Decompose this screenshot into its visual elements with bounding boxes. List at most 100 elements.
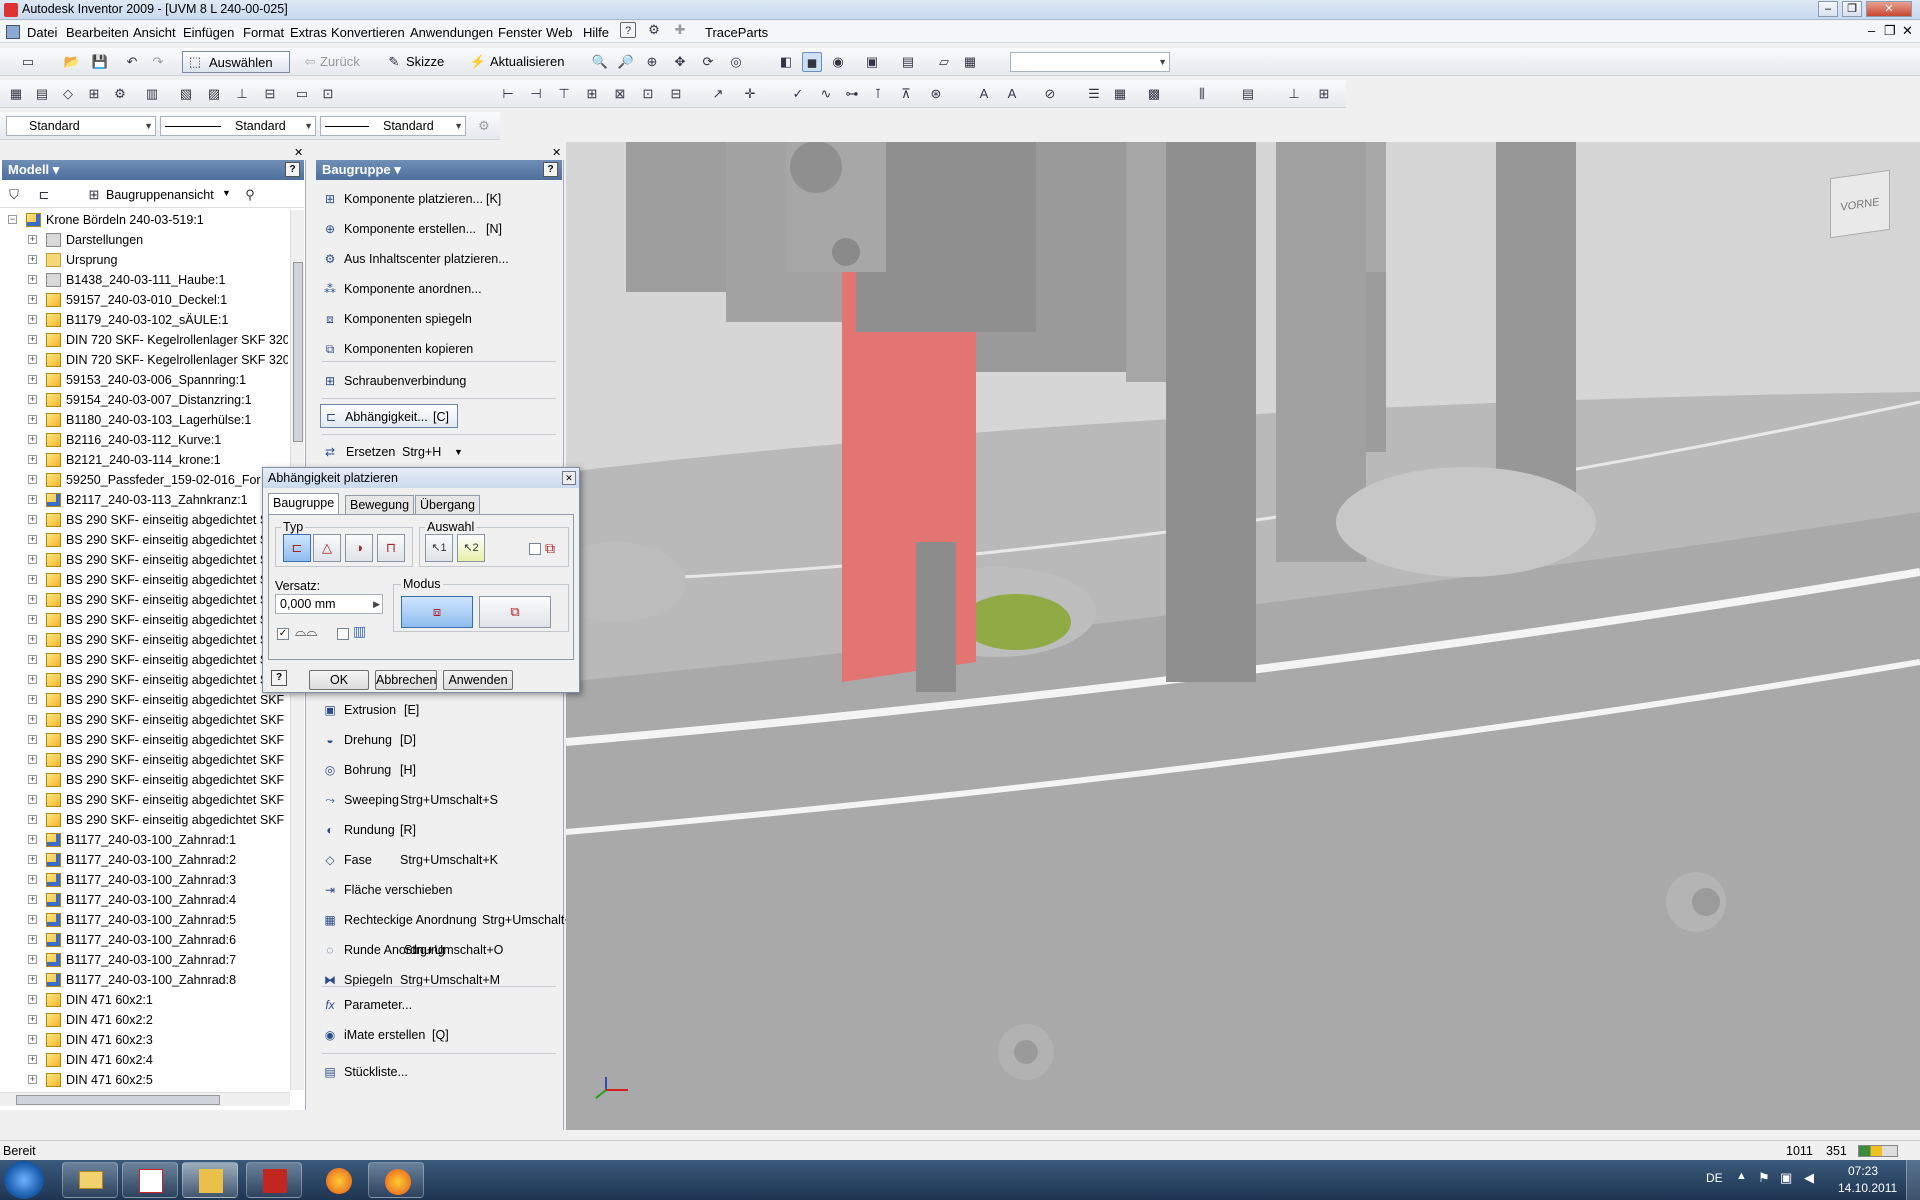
tool-icon-18[interactable]: ⊡ (638, 84, 658, 104)
tree-item[interactable]: + Ursprung (0, 250, 288, 270)
tool-icon-2[interactable]: ▤ (32, 84, 52, 104)
tangent-constraint-button[interactable]: ◑ (345, 534, 373, 562)
help-icon[interactable]: ? (620, 22, 636, 38)
tree-item[interactable]: + BS 290 SKF- einseitig abgedichtet S (0, 550, 288, 570)
tree-item[interactable]: + B1177_240-03-100_Zahnrad:5 (0, 910, 288, 930)
plus-icon[interactable]: ✚ (672, 22, 688, 38)
tab-bewegung[interactable]: Bewegung (345, 495, 415, 514)
mate-constraint-button[interactable]: ⊏ (283, 534, 311, 562)
assembly-command[interactable]: ⧉ Komponenten kopieren (320, 337, 556, 361)
first-occurrence-checkbox[interactable] (529, 543, 541, 555)
tool-icon-32[interactable]: ⫼ (1192, 84, 1212, 104)
tree-item[interactable]: + B1177_240-03-100_Zahnrad:4 (0, 890, 288, 910)
expand-icon[interactable]: + (28, 775, 37, 784)
tool-icon-12[interactable]: ⊡ (318, 84, 338, 104)
parameters-command[interactable]: fx Parameter... (320, 993, 556, 1017)
orbit2-icon[interactable]: ◎ (726, 52, 746, 72)
expand-icon[interactable]: + (28, 415, 37, 424)
tree-item[interactable]: + BS 290 SKF- einseitig abgedichtet SKF 6 (0, 810, 288, 830)
tool-icon-28[interactable]: ⊘ (1040, 84, 1060, 104)
tool-icon-13[interactable]: ⊢ (498, 84, 518, 104)
expand-icon[interactable]: + (28, 655, 37, 664)
menu-traceparts[interactable]: TraceParts (705, 25, 768, 40)
tools-icon[interactable]: ⚙ (646, 22, 662, 38)
expand-icon[interactable]: + (28, 475, 37, 484)
sketch-label[interactable]: Skizze (406, 54, 444, 69)
hscroll-thumb[interactable] (16, 1095, 220, 1105)
ok-button[interactable]: OK (309, 670, 369, 690)
expand-icon[interactable]: + (28, 735, 37, 744)
tool-icon-19[interactable]: ⊟ (666, 84, 686, 104)
imate-command[interactable]: ◉ iMate erstellen [Q] (320, 1023, 556, 1047)
tree-item[interactable]: + BS 290 SKF- einseitig abgedichtet S (0, 590, 288, 610)
select-button[interactable]: ⬚ Auswählen (182, 51, 290, 73)
assembly-view-label[interactable]: Baugruppenansicht (106, 188, 214, 202)
flag-icon[interactable]: ⚑ (1758, 1170, 1770, 1186)
tree-item[interactable]: +59250_Passfeder_159-02-016_For (0, 470, 288, 490)
expand-icon[interactable]: + (28, 435, 37, 444)
offset-spin-arrow[interactable]: ▶ (373, 595, 380, 613)
tool-icon-14[interactable]: ⊣ (526, 84, 546, 104)
flush-mode-button[interactable]: ⧉ (479, 596, 551, 628)
tree-item[interactable]: + BS 290 SKF- einseitig abgedichtet S (0, 650, 288, 670)
render-icon[interactable]: ◉ (828, 52, 848, 72)
tool-icon-26[interactable]: ⊼ (896, 84, 916, 104)
tree-item[interactable]: + B1177_240-03-100_Zahnrad:7 (0, 950, 288, 970)
tool-icon-35[interactable]: ⊞ (1314, 84, 1334, 104)
style-select-3[interactable]: Standard ▼ (320, 116, 466, 136)
tool-icon-23[interactable]: ∿ (816, 84, 836, 104)
section-icon[interactable]: ▱ (934, 52, 954, 72)
zoom-window-icon[interactable]: ⊕ (642, 52, 662, 72)
tool-icon-30[interactable]: ▦ (1110, 84, 1130, 104)
tree-item[interactable]: + Darstellungen (0, 230, 288, 250)
autocad-taskbar-icon[interactable] (246, 1162, 302, 1198)
expand-icon[interactable]: + (28, 1035, 37, 1044)
tree-item[interactable]: + B1177_240-03-100_Zahnrad:2 (0, 850, 288, 870)
expand-icon[interactable]: + (28, 395, 37, 404)
menu-datei[interactable]: Datei (27, 25, 57, 40)
tree-item[interactable]: + DIN 471 60x2:3 (0, 1030, 288, 1050)
expand-icon[interactable]: + (28, 1055, 37, 1064)
firefox2-taskbar-icon[interactable] (368, 1162, 424, 1198)
tree-item[interactable]: + B1177_240-03-100_Zahnrad:8 (0, 970, 288, 990)
clock-date[interactable]: 14.10.2011 (1838, 1181, 1897, 1195)
tool-icon-3[interactable]: ◇ (58, 84, 78, 104)
assembly-panel-close[interactable]: ✕ (552, 146, 561, 159)
tool-icon-4[interactable]: ⊞ (84, 84, 104, 104)
undo-icon[interactable]: ↶ (122, 52, 142, 72)
tree-item[interactable]: + BS 290 SKF- einseitig abgedichtet S (0, 510, 288, 530)
tree-item[interactable]: + BS 290 SKF- einseitig abgedichtet SKF 6 (0, 770, 288, 790)
help-icon[interactable]: ? (285, 162, 300, 177)
doc-close-button[interactable]: ✕ (1902, 23, 1913, 39)
expand-icon[interactable]: + (28, 235, 37, 244)
tool-icon-9[interactable]: ⊥ (232, 84, 252, 104)
tool-icon-25[interactable]: ⊺ (868, 84, 888, 104)
back-label[interactable]: Zurück (320, 54, 360, 69)
insert-constraint-button[interactable]: ⊓ (377, 534, 405, 562)
graphics-viewport[interactable]: VORNE (566, 142, 1920, 1130)
mate-mode-button[interactable]: ⧈ (401, 596, 473, 628)
collapse-icon[interactable]: − (8, 215, 17, 224)
tool-icon-33[interactable]: ▤ (1238, 84, 1258, 104)
tool-icon-31[interactable]: ▩ (1144, 84, 1164, 104)
filter-icon[interactable]: ⛉ (4, 185, 24, 205)
inventor-taskbar-icon[interactable] (182, 1162, 238, 1198)
expand-icon[interactable]: + (28, 715, 37, 724)
menu-format[interactable]: Format (243, 25, 284, 40)
shadow-icon[interactable]: ▤ (898, 52, 918, 72)
tool-icon-24[interactable]: ⊶ (842, 84, 862, 104)
tree-item[interactable]: + BS 290 SKF- einseitig abgedichtet SKF 6 (0, 730, 288, 750)
save-icon[interactable]: 💾 (90, 52, 110, 72)
tree-structure-icon[interactable]: ⊏ (34, 185, 54, 205)
doc-minimize-button[interactable]: – (1868, 23, 1875, 38)
select-first-button[interactable]: ↖1 (425, 534, 453, 562)
tool-icon-27[interactable]: ⊛ (926, 84, 946, 104)
tool-icon-7[interactable]: ▧ (176, 84, 196, 104)
tree-item[interactable]: + B1177_240-03-100_Zahnrad:6 (0, 930, 288, 950)
tree-item[interactable]: + B2116_240-03-112_Kurve:1 (0, 430, 288, 450)
update-label[interactable]: Aktualisieren (490, 54, 564, 69)
menu-extras[interactable]: Extras (290, 25, 327, 40)
view-dropdown-arrow[interactable]: ▼ (222, 188, 231, 198)
tree-item[interactable]: + DIN 471 60x2:1 (0, 990, 288, 1010)
back-arrow-icon[interactable]: ⇦ (300, 52, 320, 72)
